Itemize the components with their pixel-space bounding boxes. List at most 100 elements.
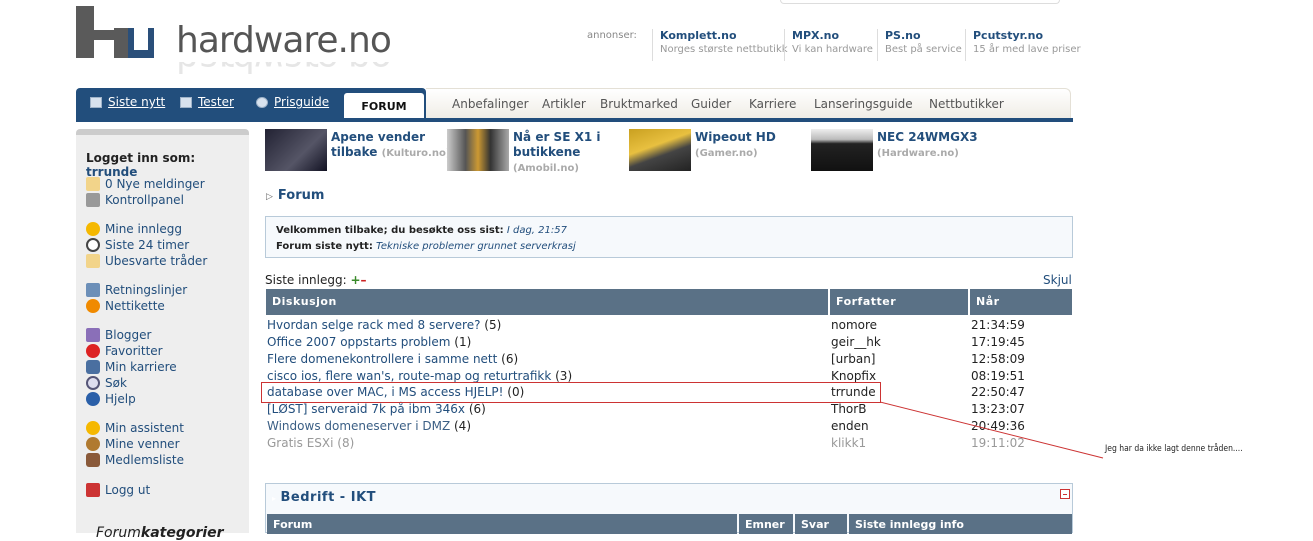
sidebar-item-mine-innlegg[interactable]: Mine innlegg: [86, 221, 207, 237]
author-link[interactable]: klikk1: [831, 436, 866, 450]
forum-categories-heading: Forumkategorier: [96, 525, 224, 541]
search-box[interactable]: [780, 0, 1060, 4]
tab-lanseringsguide[interactable]: Lanseringsguide: [814, 97, 913, 111]
forum-news-link[interactable]: Tekniske problemer grunnet serverkrasj: [376, 241, 576, 252]
logout-icon: [86, 483, 100, 497]
sidebar-item-messages[interactable]: 0 Nye meldinger: [86, 176, 205, 192]
sidebar-item-sok[interactable]: Søk: [86, 375, 177, 391]
heart-icon: [86, 344, 100, 358]
news-teaser[interactable]: NEC 24WMGX3 (Hardware.no): [811, 129, 991, 173]
sidebar-item-mine-venner[interactable]: Mine venner: [86, 436, 184, 452]
author-link[interactable]: [urban]: [831, 352, 875, 366]
category-bedrift-ikt: ▸ Bedrift - IKT Forum Emner Svar Siste in…: [265, 483, 1073, 534]
collapse-icon[interactable]: –: [361, 273, 367, 287]
alert-icon: [86, 299, 100, 313]
thread-link[interactable]: Gratis ESXi (8): [267, 436, 354, 450]
tab-anbefalinger[interactable]: Anbefalinger: [452, 97, 529, 111]
nav-right: Anbefalinger Artikler Bruktmarked Guider…: [426, 88, 1071, 118]
welcome-box: Velkommen tilbake; du besøkte oss sist: …: [265, 216, 1073, 258]
forum-breadcrumb[interactable]: ▷ Forum: [266, 188, 324, 203]
thread-link[interactable]: cisco ios, flere wan's, route-map og ret…: [267, 369, 572, 383]
triangle-icon: ▷: [266, 192, 273, 202]
search-icon: [86, 376, 100, 390]
news-teaser[interactable]: Wipeout HD (Gamer.no): [629, 129, 809, 173]
news-teaser[interactable]: Apene vender tilbake (Kulturo.no): [265, 129, 450, 173]
category-title[interactable]: ▸ Bedrift - IKT: [272, 490, 376, 505]
sidebar-item-siste-24[interactable]: Siste 24 timer: [86, 237, 207, 253]
tab-tester[interactable]: Tester: [180, 95, 234, 109]
ad-pcutstyr[interactable]: Pcutstyr.no 15 år med lave priser: [965, 29, 1081, 61]
mail-question-icon: [86, 254, 100, 268]
clock-icon: [86, 238, 100, 252]
sidebar-item-retningslinjer[interactable]: Retningslinjer: [86, 282, 187, 298]
news-thumbnail: [629, 129, 691, 171]
post-time: 08:19:51: [971, 369, 1025, 383]
sidebar: Logget inn som: trrunde 0 Nye meldinger …: [76, 129, 249, 541]
logo-reflection: hardware.no: [76, 62, 456, 88]
ad-mpx[interactable]: MPX.no Vi kan hardware: [784, 29, 873, 61]
assistant-icon: [86, 421, 100, 435]
smiley-icon: [86, 222, 100, 236]
tab-forum[interactable]: FORUM: [344, 93, 424, 118]
col-naar: Når: [970, 289, 1072, 315]
thread-link[interactable]: Flere domenekontrollere i samme nett (6): [267, 352, 518, 366]
table-row: Flere domenekontrollere i samme nett (6)…: [266, 352, 1072, 369]
author-link[interactable]: Knopfix: [831, 369, 876, 383]
col-svar: Svar: [795, 514, 847, 534]
help-icon: [86, 392, 100, 406]
sidebar-item-kontrollpanel[interactable]: Kontrollpanel: [86, 192, 205, 208]
tab-prisguide[interactable]: Prisguide: [256, 95, 329, 109]
sidebar-item-blogger[interactable]: Blogger: [86, 327, 177, 343]
sidebar-item-medlemsliste[interactable]: Medlemsliste: [86, 452, 184, 468]
tab-artikler[interactable]: Artikler: [542, 97, 586, 111]
ad-komplett[interactable]: Komplett.no Norges største nettbutikk: [652, 29, 788, 61]
author-link[interactable]: nomore: [831, 318, 877, 332]
table-row: Hvordan selge rack med 8 servere? (5) nom…: [266, 318, 1072, 335]
author-link[interactable]: enden: [831, 419, 869, 433]
thread-link[interactable]: Windows domeneserver i DMZ (4): [267, 419, 471, 433]
blog-icon: [86, 328, 100, 342]
highlight-box: [261, 382, 881, 403]
annotation-text: Jeg har da ikke lagt denne tråden....: [1105, 444, 1243, 454]
grid-icon: [180, 96, 192, 108]
col-emner: Emner: [739, 514, 793, 534]
nav-underline: [76, 118, 1073, 122]
post-time: 22:50:47: [971, 385, 1025, 399]
col-diskusjon: Diskusjon: [266, 289, 828, 315]
post-time: 12:58:09: [971, 352, 1025, 366]
annotation-line: [880, 401, 1104, 459]
tools-icon: [86, 193, 100, 207]
ad-ps[interactable]: PS.no Best på service: [877, 29, 962, 61]
thread-link[interactable]: Hvordan selge rack med 8 servere? (5): [267, 318, 501, 332]
author-link[interactable]: geir__hk: [831, 335, 881, 349]
coins-icon: [256, 96, 268, 108]
collapse-category-icon[interactable]: [1060, 489, 1070, 499]
news-thumbnail: [811, 129, 873, 171]
sidebar-item-logg-ut[interactable]: Logg ut: [86, 482, 150, 498]
main-nav: Siste nytt Tester Prisguide FORUM Anbefa…: [76, 88, 1073, 118]
thread-link[interactable]: Office 2007 oppstarts problem (1): [267, 335, 471, 349]
post-time: 21:34:59: [971, 318, 1025, 332]
author-link[interactable]: ThorB: [831, 402, 866, 416]
tab-karriere[interactable]: Karriere: [749, 97, 796, 111]
sidebar-item-favoritter[interactable]: Favoritter: [86, 343, 177, 359]
login-status: Logget inn som: trrunde: [86, 151, 196, 179]
sidebar-item-karriere[interactable]: Min karriere: [86, 359, 177, 375]
thread-link[interactable]: [LØST] serveraid 7k på ibm 346x (6): [267, 402, 486, 416]
sidebar-item-ubesvarte[interactable]: Ubesvarte tråder: [86, 253, 207, 269]
recent-posts-label: Siste innlegg: +–: [265, 273, 367, 287]
tab-guider[interactable]: Guider: [691, 97, 731, 111]
footprints-icon: [86, 360, 100, 374]
tab-siste-nytt[interactable]: Siste nytt: [90, 95, 165, 109]
sidebar-item-min-assistent[interactable]: Min assistent: [86, 420, 184, 436]
news-thumbnail: [447, 129, 509, 171]
hide-link[interactable]: Skjul: [1043, 273, 1072, 287]
news-teaser[interactable]: Nå er SE X1 i butikkene (Amobil.no): [447, 129, 627, 174]
sidebar-item-nettikette[interactable]: Nettikette: [86, 298, 187, 314]
tab-nettbutikker[interactable]: Nettbutikker: [929, 97, 1004, 111]
tab-bruktmarked[interactable]: Bruktmarked: [600, 97, 678, 111]
expand-icon[interactable]: +: [350, 273, 360, 287]
sidebar-item-hjelp[interactable]: Hjelp: [86, 391, 177, 407]
site-logo[interactable]: hardware.no hardware.no: [76, 6, 396, 86]
envelope-icon: [86, 177, 100, 191]
